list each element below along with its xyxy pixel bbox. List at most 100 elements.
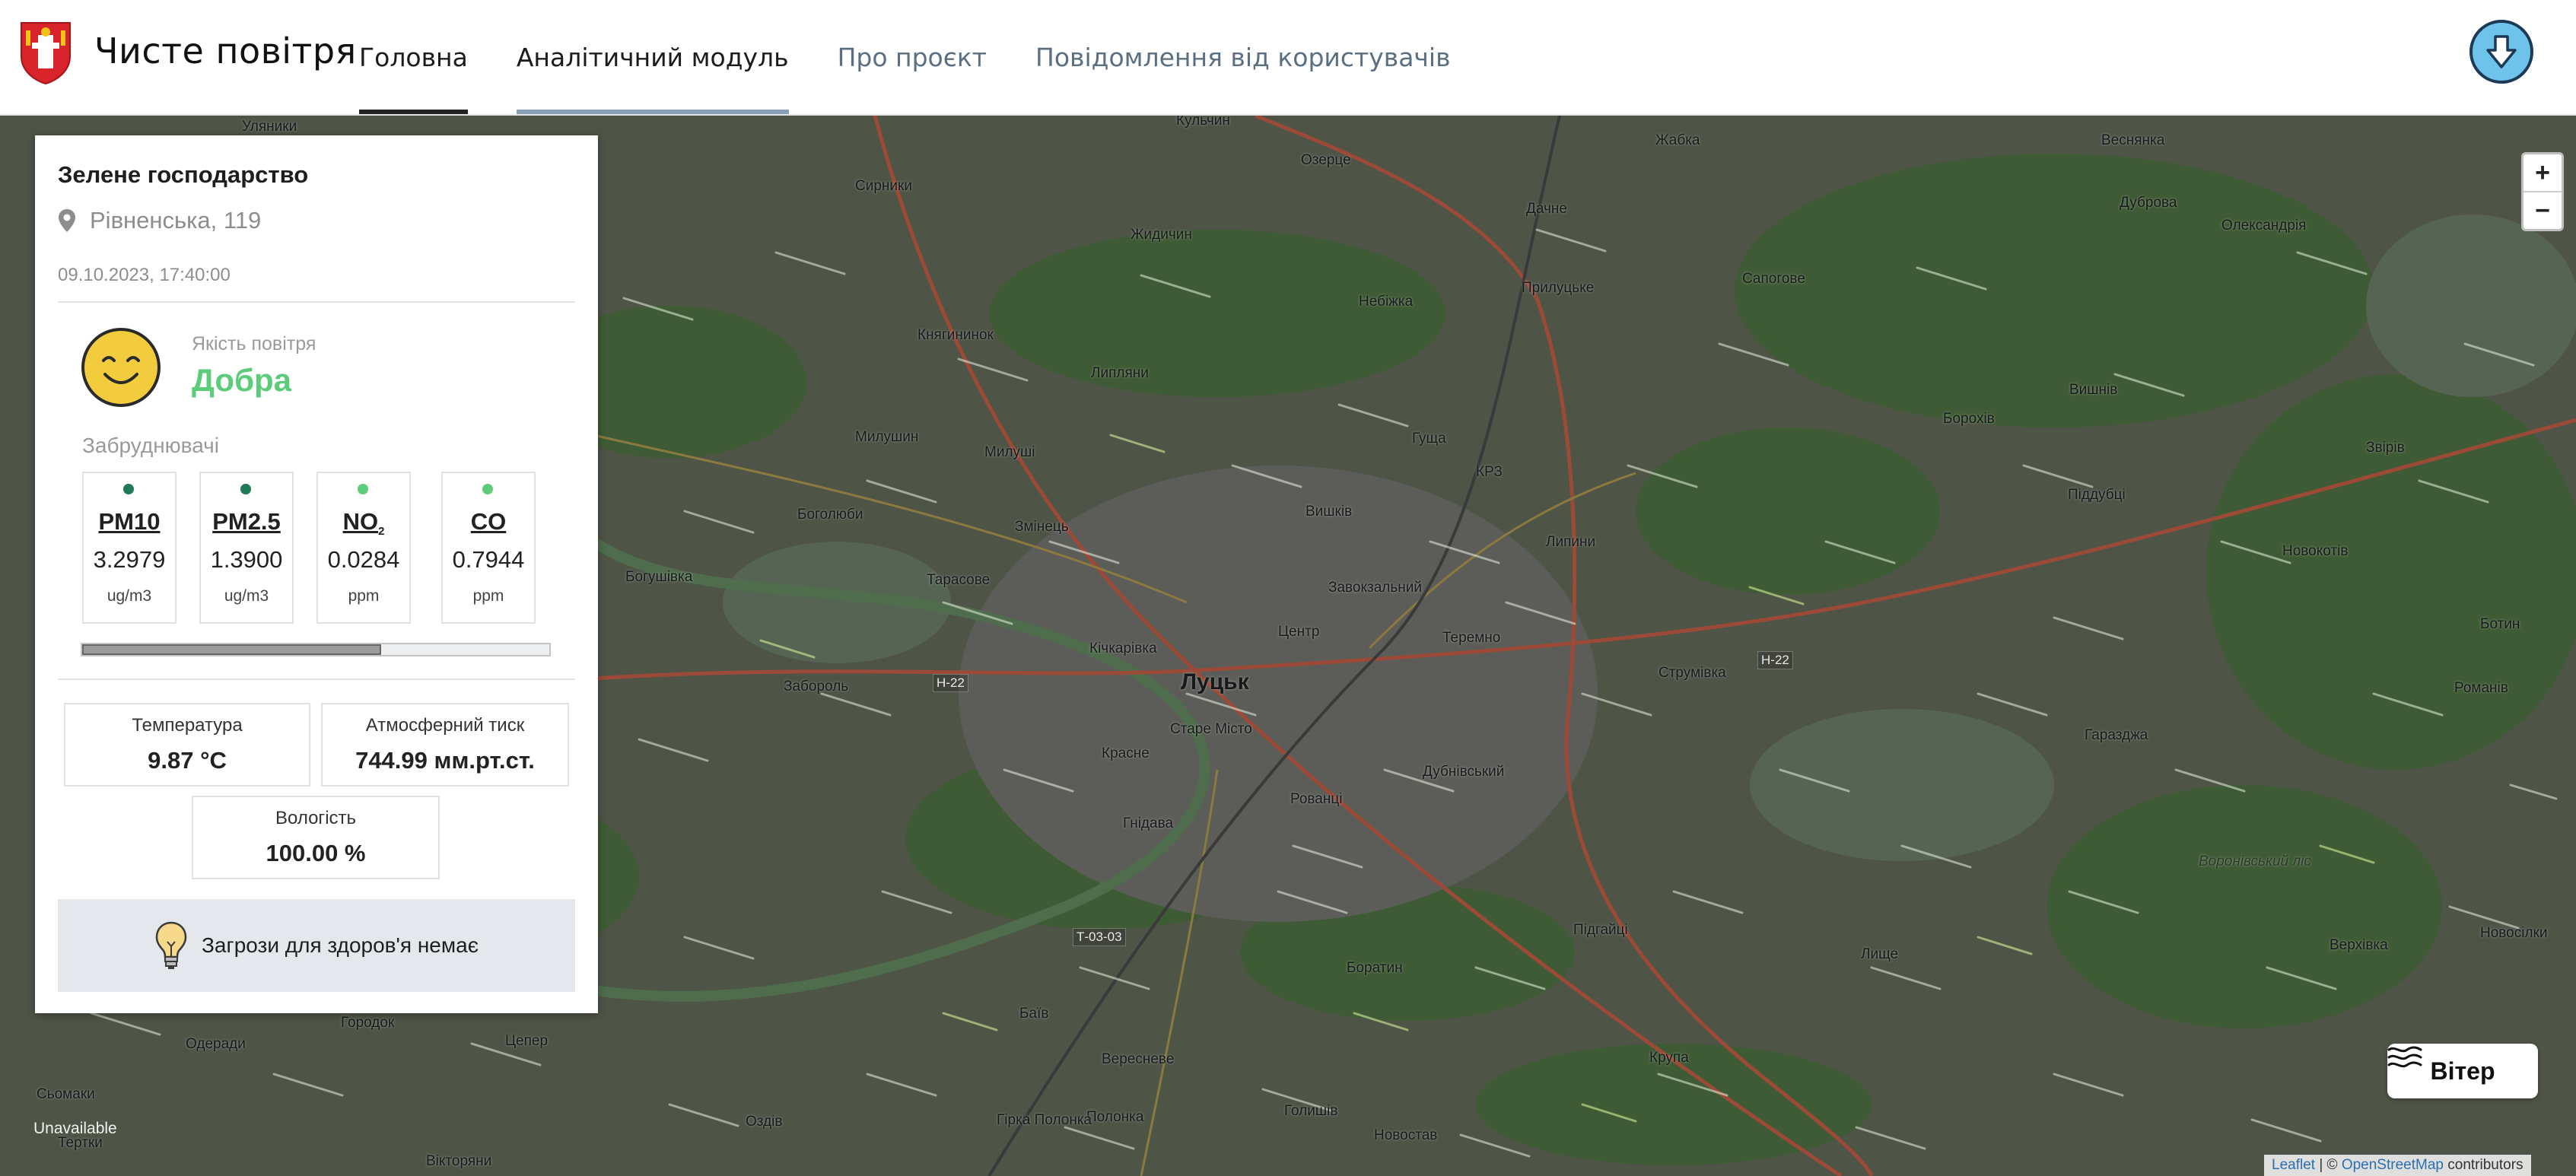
map-label-zmiinets: Змінець [1015, 519, 1069, 535]
map-label-boholiubi: Боголюби [797, 507, 863, 523]
pollutant-card-pm25[interactable]: PM2.5 1.3900 ug/m3 [199, 472, 294, 624]
panel-divider [58, 301, 575, 303]
map-label-horodok: Городок [341, 1015, 395, 1031]
health-advice-banner: Загрози для здоров'я немає [58, 899, 575, 992]
map-label-kulchyn: Кульчин [1176, 116, 1230, 129]
city-coat-of-arms-logo[interactable] [18, 20, 73, 85]
map-label-siomaky: Сьомаки [37, 1086, 95, 1102]
tab-hover-indicator [516, 110, 789, 114]
app-title[interactable]: Чисте повітря [94, 30, 357, 72]
map-label-kichkarivka: Кічкарівка [1089, 640, 1157, 656]
zoom-out-button[interactable]: − [2524, 191, 2562, 229]
pressure-value: 744.99 мм.рт.ст. [355, 747, 535, 774]
road-sign-t0303: Т-03-03 [1073, 928, 1126, 946]
map-label-syrnyky: Сирники [855, 178, 912, 194]
tab-analytics[interactable]: Аналітичний модуль [516, 0, 789, 114]
map-label-hnidava: Гнідава [1123, 815, 1174, 831]
download-button[interactable] [2469, 20, 2533, 84]
pollutant-value: 1.3900 [210, 546, 283, 573]
pollutant-name-main: NO [342, 508, 379, 535]
tab-analytics-label: Аналітичний модуль [516, 42, 789, 72]
station-info-panel: Зелене господарство Рівненська, 119 09.1… [35, 135, 598, 1013]
status-dot [123, 484, 134, 494]
map-label-harazhdzha: Гаразджа [2085, 727, 2148, 743]
tab-about[interactable]: Про проєкт [838, 0, 987, 114]
attribution-contributors: contributors [2443, 1157, 2524, 1173]
map-label-oderady: Одеради [186, 1036, 246, 1052]
pollutant-name[interactable]: PM2.5 [201, 508, 292, 536]
pollutant-unit: ug/m3 [107, 587, 152, 605]
map-label-polonka: Полонка [1086, 1109, 1144, 1125]
humidity-label: Вологість [275, 808, 357, 828]
temperature-value: 9.87 °C [148, 747, 227, 774]
pollutant-card-co[interactable]: CO 0.7944 ppm [441, 472, 536, 624]
pollutant-value: 0.0284 [327, 546, 400, 573]
zoom-in-button[interactable]: + [2524, 154, 2562, 191]
pollutants-scrollbar[interactable] [81, 643, 551, 656]
pollutant-name-sub: 2 [378, 525, 385, 539]
status-dot [358, 484, 368, 494]
smiley-face-icon [81, 328, 161, 407]
map-label-dachne: Дачне [1526, 201, 1567, 217]
temperature-label: Температура [132, 715, 243, 736]
panel-divider [58, 679, 575, 680]
map-label-viktoriany: Вікторяни [426, 1153, 492, 1169]
pressure-label: Атмосферний тиск [365, 715, 525, 736]
map-label-dubrova: Дуброва [2120, 195, 2177, 211]
tab-user-messages-label: Повідомлення від користувачів [1035, 42, 1451, 72]
tab-active-indicator [359, 110, 468, 114]
map-label-novokotiv: Новокотів [2282, 543, 2349, 559]
pollutants-label: Забруднювачі [82, 434, 219, 457]
wind-layer-button[interactable]: Вітер [2387, 1044, 2538, 1098]
status-dot [240, 484, 251, 494]
tile-unavailable-text: Unavailable [33, 1120, 117, 1137]
map-label-dubnivskyi: Дубнівський [1423, 764, 1505, 780]
pollutant-name[interactable]: PM10 [84, 508, 175, 536]
map-label-zviriv: Звірів [2366, 440, 2405, 456]
map-label-zaboro: Забороль [784, 679, 849, 694]
map-label-sapohove: Сапогове [1742, 271, 1805, 287]
leaflet-link[interactable]: Leaflet [2272, 1157, 2315, 1174]
map-attribution: Leaflet | © OpenStreetMap contributors [2264, 1155, 2531, 1176]
tab-home[interactable]: Головна [359, 0, 468, 114]
road-sign-h22-east: Н-22 [1757, 651, 1793, 669]
pollutant-value: 0.7944 [452, 546, 525, 573]
tab-home-label: Головна [359, 42, 468, 72]
map-label-knyahynynok: Княгининок [918, 327, 994, 343]
map-label-vesnianka: Веснянка [2101, 132, 2165, 148]
map-label-holyshiv: Голишів [1284, 1103, 1338, 1119]
map-label-boratyn: Боратин [1347, 960, 1403, 976]
pollutant-name[interactable]: NO2 [318, 508, 409, 538]
measurement-datetime: 09.10.2023, 17:40:00 [58, 265, 231, 285]
map-label-krasne: Красне [1102, 745, 1150, 761]
health-advice-text: Загрози для здоров'я немає [202, 933, 479, 957]
download-arrow-icon [2486, 35, 2517, 68]
map-label-novosilky: Новосілки [2480, 925, 2548, 941]
map-label-zavokzalnyi: Завокзальний [1328, 580, 1422, 596]
map-label-verkhivka: Верхівка [2330, 937, 2388, 953]
map-label-krz: КРЗ [1476, 464, 1503, 480]
pollutant-card-pm10[interactable]: PM10 3.2979 ug/m3 [82, 472, 177, 624]
map-label-milushyn: Милушин [855, 429, 919, 445]
tab-user-messages[interactable]: Повідомлення від користувачів [1035, 0, 1451, 114]
openstreetmap-link[interactable]: OpenStreetMap [2342, 1157, 2444, 1174]
map-label-oleksandriia: Олександрія [2221, 218, 2307, 234]
station-address-text: Рівненська, 119 [90, 207, 262, 234]
map-label-veresneve: Вересневе [1102, 1051, 1175, 1067]
top-navbar: Чисте повітря Головна Аналітичний модуль… [0, 0, 2576, 116]
pollutant-card-no2[interactable]: NO2 0.0284 ppm [316, 472, 411, 624]
map-label-lypliani: Липляни [1091, 365, 1149, 381]
map-label-vyshkiv: Вишків [1305, 504, 1353, 520]
pollutant-name[interactable]: CO [443, 508, 534, 536]
scrollbar-thumb[interactable] [82, 644, 381, 655]
map-label-voronivskyi: Воронівський ліс [2199, 853, 2311, 869]
map-label-ozdiv: Оздів [746, 1114, 783, 1130]
map-label-romaniv: Романів [2454, 680, 2508, 696]
tab-about-label: Про проєкт [837, 42, 987, 72]
map-label-nebizhka: Небіжка [1359, 294, 1414, 310]
map-label-pidduby: Піддубці [2068, 487, 2126, 503]
map-label-husha: Гуща [1412, 431, 1446, 447]
map-label-pidhaitsi: Підгайці [1573, 922, 1628, 938]
wind-icon [2387, 1046, 2422, 1068]
map-label-lutsk: Луцьк [1181, 669, 1249, 694]
